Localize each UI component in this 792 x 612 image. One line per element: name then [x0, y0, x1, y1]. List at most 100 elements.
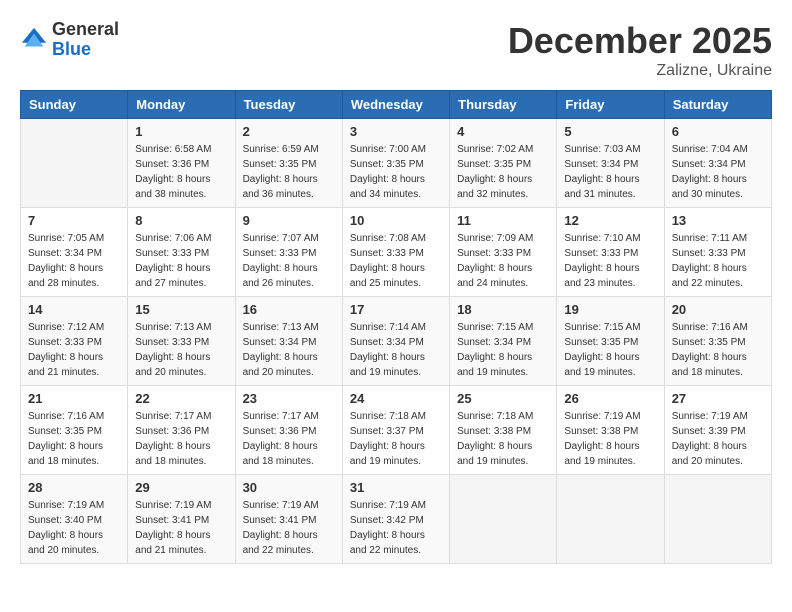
- calendar-day-cell: 26Sunrise: 7:19 AMSunset: 3:38 PMDayligh…: [557, 386, 664, 475]
- day-info: Sunrise: 7:00 AMSunset: 3:35 PMDaylight:…: [350, 142, 442, 202]
- day-number: 13: [672, 213, 764, 228]
- weekday-header: Monday: [128, 91, 235, 119]
- calendar-day-cell: 12Sunrise: 7:10 AMSunset: 3:33 PMDayligh…: [557, 208, 664, 297]
- calendar-day-cell: 5 Sunrise: 7:03 AMSunset: 3:34 PMDaylight…: [557, 119, 664, 208]
- day-info: Sunrise: 7:15 AMSunset: 3:35 PMDaylight:…: [564, 320, 656, 380]
- day-number: 21: [28, 391, 120, 406]
- calendar-day-cell: 14 Sunrise: 7:12 AMSunset: 3:33 PMDayligh…: [21, 297, 128, 386]
- location-label: Zalizne, Ukraine: [508, 62, 772, 80]
- calendar-day-cell: 16 Sunrise: 7:13 AMSunset: 3:34 PMDayligh…: [235, 297, 342, 386]
- calendar-day-cell: [664, 475, 771, 564]
- calendar-day-cell: 23Sunrise: 7:17 AMSunset: 3:36 PMDayligh…: [235, 386, 342, 475]
- calendar-day-cell: 29 Sunrise: 7:19 AMSunset: 3:41 PMDayligh…: [128, 475, 235, 564]
- logo-icon: [20, 26, 48, 54]
- day-info: Sunrise: 7:02 AMSunset: 3:35 PMDaylight:…: [457, 142, 549, 202]
- day-info: Sunrise: 7:12 AMSunset: 3:33 PMDaylight:…: [28, 320, 120, 380]
- calendar-week-row: 1 Sunrise: 6:58 AMSunset: 3:36 PMDaylight…: [21, 119, 772, 208]
- calendar-day-cell: 28Sunrise: 7:19 AMSunset: 3:40 PMDayligh…: [21, 475, 128, 564]
- day-info: Sunrise: 7:10 AMSunset: 3:33 PMDaylight:…: [564, 231, 656, 291]
- day-number: 19: [564, 302, 656, 317]
- day-info: Sunrise: 7:16 AMSunset: 3:35 PMDaylight:…: [672, 320, 764, 380]
- calendar-day-cell: 11Sunrise: 7:09 AMSunset: 3:33 PMDayligh…: [450, 208, 557, 297]
- logo-general-text: General: [52, 19, 119, 39]
- day-info: Sunrise: 7:19 AMSunset: 3:41 PMDaylight:…: [243, 498, 335, 558]
- calendar-day-cell: 15 Sunrise: 7:13 AMSunset: 3:33 PMDayligh…: [128, 297, 235, 386]
- day-info: Sunrise: 7:19 AMSunset: 3:41 PMDaylight:…: [135, 498, 227, 558]
- day-number: 25: [457, 391, 549, 406]
- day-number: 18: [457, 302, 549, 317]
- day-info: Sunrise: 6:58 AMSunset: 3:36 PMDaylight:…: [135, 142, 227, 202]
- day-info: Sunrise: 7:13 AMSunset: 3:33 PMDaylight:…: [135, 320, 227, 380]
- weekday-header: Sunday: [21, 91, 128, 119]
- day-number: 3: [350, 124, 442, 139]
- day-number: 30: [243, 480, 335, 495]
- day-number: 16: [243, 302, 335, 317]
- weekday-header: Tuesday: [235, 91, 342, 119]
- calendar-day-cell: 13Sunrise: 7:11 AMSunset: 3:33 PMDayligh…: [664, 208, 771, 297]
- day-info: Sunrise: 7:19 AMSunset: 3:39 PMDaylight:…: [672, 409, 764, 469]
- day-info: Sunrise: 7:19 AMSunset: 3:40 PMDaylight:…: [28, 498, 120, 558]
- calendar-day-cell: 30 Sunrise: 7:19 AMSunset: 3:41 PMDayligh…: [235, 475, 342, 564]
- weekday-header: Saturday: [664, 91, 771, 119]
- day-number: 20: [672, 302, 764, 317]
- calendar-header-row: SundayMondayTuesdayWednesdayThursdayFrid…: [21, 91, 772, 119]
- day-number: 2: [243, 124, 335, 139]
- day-number: 29: [135, 480, 227, 495]
- calendar-day-cell: 8 Sunrise: 7:06 AMSunset: 3:33 PMDaylight…: [128, 208, 235, 297]
- day-info: Sunrise: 7:18 AMSunset: 3:38 PMDaylight:…: [457, 409, 549, 469]
- page-header: General Blue December 2025 Zalizne, Ukra…: [20, 20, 772, 80]
- day-number: 8: [135, 213, 227, 228]
- logo: General Blue: [20, 20, 119, 60]
- calendar-day-cell: 7Sunrise: 7:05 AMSunset: 3:34 PMDaylight…: [21, 208, 128, 297]
- weekday-header: Friday: [557, 91, 664, 119]
- day-number: 10: [350, 213, 442, 228]
- weekday-header: Wednesday: [342, 91, 449, 119]
- calendar-day-cell: 27 Sunrise: 7:19 AMSunset: 3:39 PMDayligh…: [664, 386, 771, 475]
- day-number: 31: [350, 480, 442, 495]
- day-info: Sunrise: 7:16 AMSunset: 3:35 PMDaylight:…: [28, 409, 120, 469]
- title-block: December 2025 Zalizne, Ukraine: [508, 20, 772, 80]
- calendar-day-cell: 22Sunrise: 7:17 AMSunset: 3:36 PMDayligh…: [128, 386, 235, 475]
- calendar-day-cell: 17Sunrise: 7:14 AMSunset: 3:34 PMDayligh…: [342, 297, 449, 386]
- day-info: Sunrise: 7:15 AMSunset: 3:34 PMDaylight:…: [457, 320, 549, 380]
- day-info: Sunrise: 7:13 AMSunset: 3:34 PMDaylight:…: [243, 320, 335, 380]
- calendar-week-row: 21 Sunrise: 7:16 AMSunset: 3:35 PMDayligh…: [21, 386, 772, 475]
- day-number: 24: [350, 391, 442, 406]
- day-number: 22: [135, 391, 227, 406]
- logo-blue-text: Blue: [52, 39, 91, 59]
- calendar-day-cell: [557, 475, 664, 564]
- calendar-day-cell: 9Sunrise: 7:07 AMSunset: 3:33 PMDaylight…: [235, 208, 342, 297]
- calendar-day-cell: 19 Sunrise: 7:15 AMSunset: 3:35 PMDayligh…: [557, 297, 664, 386]
- day-number: 5: [564, 124, 656, 139]
- weekday-header: Thursday: [450, 91, 557, 119]
- day-number: 4: [457, 124, 549, 139]
- day-number: 1: [135, 124, 227, 139]
- calendar-day-cell: [21, 119, 128, 208]
- day-number: 23: [243, 391, 335, 406]
- calendar-day-cell: [450, 475, 557, 564]
- calendar-day-cell: 3 Sunrise: 7:00 AMSunset: 3:35 PMDaylight…: [342, 119, 449, 208]
- month-title: December 2025: [508, 20, 772, 62]
- day-number: 26: [564, 391, 656, 406]
- calendar-day-cell: 25 Sunrise: 7:18 AMSunset: 3:38 PMDayligh…: [450, 386, 557, 475]
- day-info: Sunrise: 7:07 AMSunset: 3:33 PMDaylight:…: [243, 231, 335, 291]
- day-info: Sunrise: 7:18 AMSunset: 3:37 PMDaylight:…: [350, 409, 442, 469]
- day-number: 11: [457, 213, 549, 228]
- day-info: Sunrise: 7:14 AMSunset: 3:34 PMDaylight:…: [350, 320, 442, 380]
- calendar-week-row: 28Sunrise: 7:19 AMSunset: 3:40 PMDayligh…: [21, 475, 772, 564]
- calendar-day-cell: 18 Sunrise: 7:15 AMSunset: 3:34 PMDayligh…: [450, 297, 557, 386]
- day-number: 15: [135, 302, 227, 317]
- day-info: Sunrise: 7:08 AMSunset: 3:33 PMDaylight:…: [350, 231, 442, 291]
- calendar-day-cell: 4 Sunrise: 7:02 AMSunset: 3:35 PMDaylight…: [450, 119, 557, 208]
- day-number: 14: [28, 302, 120, 317]
- day-info: Sunrise: 7:03 AMSunset: 3:34 PMDaylight:…: [564, 142, 656, 202]
- calendar-table: SundayMondayTuesdayWednesdayThursdayFrid…: [20, 90, 772, 564]
- calendar-day-cell: 6Sunrise: 7:04 AMSunset: 3:34 PMDaylight…: [664, 119, 771, 208]
- calendar-day-cell: 31Sunrise: 7:19 AMSunset: 3:42 PMDayligh…: [342, 475, 449, 564]
- day-info: Sunrise: 7:06 AMSunset: 3:33 PMDaylight:…: [135, 231, 227, 291]
- day-number: 27: [672, 391, 764, 406]
- day-number: 6: [672, 124, 764, 139]
- calendar-week-row: 7Sunrise: 7:05 AMSunset: 3:34 PMDaylight…: [21, 208, 772, 297]
- calendar-day-cell: 10 Sunrise: 7:08 AMSunset: 3:33 PMDayligh…: [342, 208, 449, 297]
- calendar-week-row: 14 Sunrise: 7:12 AMSunset: 3:33 PMDayligh…: [21, 297, 772, 386]
